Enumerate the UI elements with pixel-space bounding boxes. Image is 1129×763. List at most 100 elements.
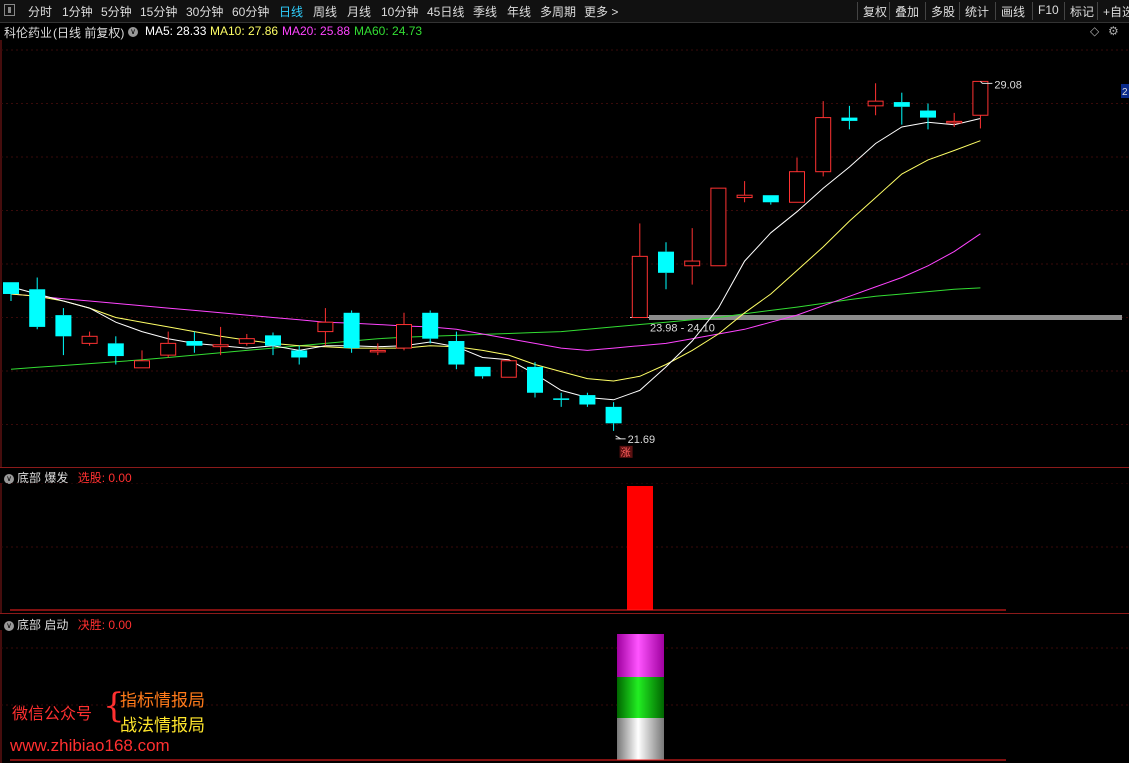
- period-tab[interactable]: 15分钟: [140, 3, 177, 20]
- candle[interactable]: [736, 181, 753, 203]
- toolbar-button[interactable]: 叠加: [895, 3, 919, 20]
- period-tab[interactable]: 5分钟: [101, 3, 132, 20]
- candle[interactable]: [291, 345, 308, 365]
- period-tab[interactable]: 日线: [279, 3, 303, 20]
- candle[interactable]: [3, 282, 19, 302]
- ma5-line: [10, 118, 981, 401]
- toolbar-separator: [1032, 2, 1033, 20]
- candle[interactable]: [658, 242, 674, 290]
- candle[interactable]: [396, 312, 412, 351]
- toolbar-button[interactable]: F10: [1038, 3, 1059, 17]
- diamond-icon[interactable]: ◇: [1090, 24, 1099, 38]
- candle[interactable]: [186, 331, 203, 353]
- watermark-line2: 战法情报局: [120, 716, 205, 735]
- period-tab[interactable]: 周线: [313, 3, 337, 20]
- period-tab[interactable]: 分时: [28, 3, 52, 20]
- candle-body-down: [893, 102, 910, 107]
- chart-mode: (日线 前复权): [53, 26, 125, 40]
- candle-body-up: [631, 255, 648, 318]
- bottom-burst-indicator[interactable]: [0, 483, 1129, 613]
- candle[interactable]: [605, 402, 622, 431]
- candle-body-up: [815, 117, 832, 173]
- candle[interactable]: [631, 223, 648, 318]
- candle-body-down: [55, 315, 72, 337]
- candle[interactable]: [815, 101, 832, 177]
- toolbar-button[interactable]: 复权: [863, 3, 887, 20]
- toolbar-separator: [1097, 2, 1098, 20]
- candle[interactable]: [527, 362, 543, 398]
- settings-gear-icon[interactable]: ⚙: [1108, 24, 1119, 38]
- candle-body-down: [186, 341, 203, 346]
- candle[interactable]: [684, 228, 701, 285]
- candle-body-down: [605, 406, 622, 424]
- candle[interactable]: [81, 331, 98, 346]
- chart-title-bar: 科伦药业 (日线 前复权) ∨ MA5: 28.33 MA10: 27.86 M…: [0, 22, 1129, 40]
- candle[interactable]: [867, 83, 884, 116]
- candle[interactable]: [55, 308, 72, 356]
- toolbar-separator: [1064, 2, 1065, 20]
- period-tab[interactable]: 1分钟: [62, 3, 93, 20]
- candle[interactable]: [369, 343, 386, 356]
- panel-separator: [0, 467, 1129, 468]
- candle[interactable]: [946, 112, 963, 128]
- period-tab[interactable]: 更多 >: [584, 3, 618, 20]
- candle[interactable]: [841, 105, 858, 130]
- candle-body-down: [448, 341, 465, 365]
- period-tab[interactable]: 45日线: [427, 3, 464, 20]
- period-tab[interactable]: 年线: [507, 3, 531, 20]
- period-tab[interactable]: 60分钟: [232, 3, 269, 20]
- panel-toggle-icon[interactable]: [4, 4, 15, 16]
- candle[interactable]: [160, 331, 177, 358]
- toolbar-button[interactable]: 统计: [965, 3, 989, 20]
- toolbar-button[interactable]: 多股: [931, 3, 955, 20]
- candle[interactable]: [238, 333, 255, 346]
- ma-toggle-icon[interactable]: ∨: [128, 24, 141, 38]
- candle[interactable]: [579, 392, 596, 407]
- toolbar-button[interactable]: 标记: [1070, 3, 1094, 20]
- candle[interactable]: [317, 308, 334, 346]
- candle[interactable]: [710, 187, 727, 267]
- candle[interactable]: [972, 80, 989, 129]
- toolbar-button[interactable]: +自选: [1103, 3, 1129, 20]
- candle-body-up: [396, 324, 412, 349]
- candle-body-down: [343, 312, 360, 349]
- period-tab[interactable]: 季线: [473, 3, 497, 20]
- start-signal-bar-magenta: [617, 634, 664, 677]
- ma60-label: MA60: 24.73: [354, 24, 423, 38]
- candle-body-up: [212, 344, 229, 348]
- candle[interactable]: [29, 277, 46, 330]
- candle-body-down: [107, 343, 124, 357]
- candle[interactable]: [212, 326, 229, 356]
- candle[interactable]: [422, 310, 439, 344]
- candle[interactable]: [789, 157, 805, 203]
- ma20-line: [10, 233, 981, 351]
- rise-tag: 涨: [621, 447, 631, 459]
- candle-body-down: [29, 289, 46, 327]
- candle[interactable]: [474, 366, 491, 379]
- toolbar-separator: [995, 2, 996, 20]
- candle[interactable]: [265, 332, 281, 356]
- period-tab[interactable]: 10分钟: [381, 3, 418, 20]
- candle[interactable]: [448, 331, 465, 370]
- main-candlestick-chart[interactable]: 29.08 21.69 23.98 - 24.10 涨 2: [0, 40, 1129, 468]
- candle[interactable]: [553, 392, 570, 407]
- candle-body-up: [160, 342, 177, 356]
- candle-body-up: [369, 349, 386, 353]
- candle-body-up: [81, 335, 98, 344]
- candle[interactable]: [343, 310, 360, 353]
- period-tab[interactable]: 月线: [347, 3, 371, 20]
- candle[interactable]: [500, 360, 517, 378]
- high-price-label: 29.08: [994, 79, 1022, 91]
- candle[interactable]: [920, 103, 936, 130]
- candle[interactable]: [893, 92, 910, 125]
- candle-body-down: [3, 282, 19, 294]
- period-tab[interactable]: 多周期: [540, 3, 576, 20]
- candle[interactable]: [762, 195, 779, 205]
- candle-body-down: [422, 312, 439, 339]
- candle-body-down: [920, 110, 936, 118]
- period-toolbar: 分时 1分钟 5分钟 15分钟 30分钟 60分钟 日线 周线 月线 10分钟 45日线 季线 年线 多周…: [0, 0, 1129, 23]
- period-tab[interactable]: 30分钟: [186, 3, 223, 20]
- toolbar-button[interactable]: 画线: [1001, 3, 1025, 20]
- candle[interactable]: [107, 336, 124, 365]
- candle-body-up: [867, 100, 884, 107]
